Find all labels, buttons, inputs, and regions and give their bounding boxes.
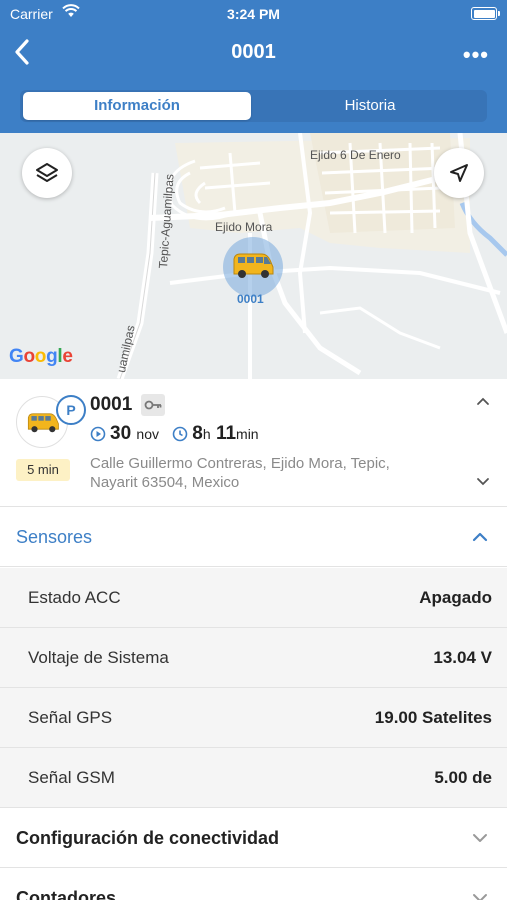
sensor-value: Apagado — [419, 588, 492, 607]
vehicle-name: 0001 — [90, 394, 133, 415]
vehicle-card[interactable]: P 5 min 0001 30 nov 8h 11min Calle Guill… — [0, 379, 507, 507]
map-label-ejido-mora: Ejido Mora — [215, 220, 273, 234]
van-icon — [27, 413, 59, 433]
locate-button[interactable] — [434, 148, 484, 198]
vehicle-marker-label: 0001 — [237, 292, 264, 306]
counters-title: Contadores — [16, 888, 117, 900]
google-letter: e — [62, 346, 73, 367]
connectivity-section-header[interactable]: Configuración de conectividad — [0, 808, 507, 868]
counters-section-header[interactable]: Contadores — [0, 868, 507, 900]
sensor-value: 5.00 de — [434, 768, 492, 787]
segmented-control: Información Historia — [20, 90, 487, 122]
layers-icon — [36, 163, 58, 182]
expand-address-button[interactable] — [475, 473, 491, 494]
sensor-value: 19.00 Satelites — [374, 708, 492, 727]
sensors-section-header[interactable]: Sensores — [0, 507, 507, 567]
google-letter: g — [46, 346, 58, 367]
tab-informacion[interactable]: Información — [23, 92, 251, 120]
more-options-button[interactable]: ••• — [463, 42, 489, 68]
vehicle-address: Calle Guillermo Contreras, Ejido Mora, T… — [90, 455, 390, 491]
sensor-name: Señal GPS — [28, 708, 113, 727]
map-label-ejido-6: Ejido 6 De Enero — [310, 148, 401, 162]
sensors-title: Sensores — [16, 527, 93, 547]
sensor-name: Voltaje de Sistema — [28, 648, 169, 667]
battery-icon — [471, 7, 500, 20]
duration-minutes: 11 — [215, 423, 237, 444]
play-circle-icon — [90, 426, 106, 442]
van-icon — [233, 253, 274, 278]
duration-h-unit: h — [202, 426, 211, 442]
duration-min-unit: min — [236, 426, 259, 442]
navigation-arrow-icon — [450, 164, 468, 182]
vehicle-marker[interactable] — [223, 237, 283, 297]
map-layers-button[interactable] — [22, 148, 72, 198]
vehicle-meta: 30 nov 8h 11min — [90, 423, 259, 447]
sensor-value: 13.04 V — [433, 648, 492, 667]
time-tag: 5 min — [16, 459, 70, 481]
sensor-row: Estado ACC Apagado — [0, 568, 507, 628]
date-day: 30 — [110, 423, 132, 444]
map-view[interactable]: Ejido 6 De Enero Ejido Mora Tepic-Aguami… — [0, 133, 507, 379]
date-month: nov — [136, 426, 159, 442]
app-header: Carrier 3:24 PM 0001 ••• Información His… — [0, 0, 507, 133]
sensor-name: Estado ACC — [28, 588, 121, 607]
duration-hours: 8 — [192, 423, 203, 444]
key-icon — [141, 394, 165, 416]
google-letter: o — [23, 346, 35, 367]
chevron-up-icon — [477, 397, 489, 405]
connectivity-title: Configuración de conectividad — [16, 828, 280, 848]
tab-historia[interactable]: Historia — [256, 92, 484, 120]
sensor-name: Señal GSM — [28, 768, 115, 787]
chevron-down-icon — [471, 830, 489, 851]
sensor-row: Voltaje de Sistema 13.04 V — [0, 628, 507, 688]
page-title: 0001 — [231, 41, 276, 63]
status-bar: Carrier 3:24 PM — [0, 0, 507, 30]
clock-icon — [172, 426, 188, 442]
sensor-row: Señal GSM 5.00 de — [0, 748, 507, 808]
status-time: 3:24 PM — [227, 6, 280, 22]
google-letter: G — [9, 346, 24, 367]
chevron-down-icon — [477, 478, 489, 486]
chevron-up-icon — [471, 529, 489, 550]
google-letter: o — [34, 346, 47, 367]
collapse-card-button[interactable] — [475, 393, 491, 414]
google-logo: Google — [9, 346, 73, 368]
parking-badge: P — [56, 395, 86, 425]
chevron-down-icon — [471, 890, 489, 900]
sensor-row: Señal GPS 19.00 Satelites — [0, 688, 507, 748]
